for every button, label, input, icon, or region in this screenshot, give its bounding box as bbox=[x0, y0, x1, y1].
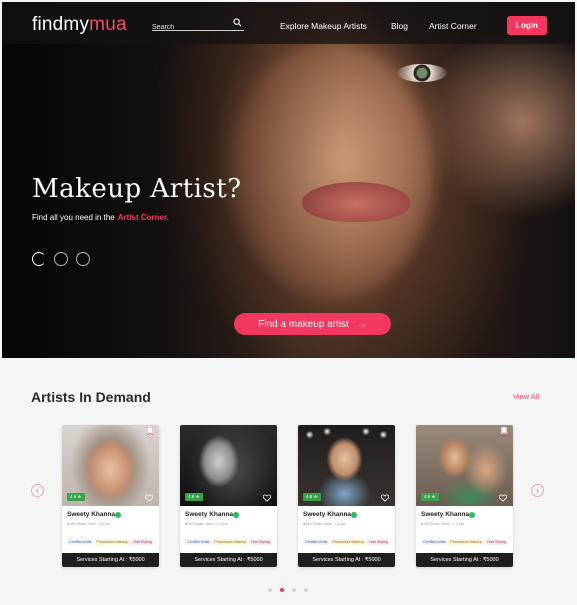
rating-badge: 4.6 ★ bbox=[303, 493, 321, 501]
tag: Photoshoot Makeup bbox=[212, 539, 249, 545]
price-bar: Services Starting At : ₹5000 bbox=[416, 553, 513, 567]
verified-icon bbox=[233, 512, 239, 518]
hero-subtitle: Find all you need in the Artist Corner. bbox=[32, 213, 169, 222]
artist-location: ● MG Road, Delhi · 1.2 km bbox=[185, 522, 228, 526]
location-text: MG Road, Delhi · 1.2 km bbox=[188, 522, 228, 526]
location-pin-icon: ● bbox=[67, 522, 70, 526]
logo-main: findmy bbox=[32, 14, 90, 35]
heart-icon[interactable] bbox=[145, 494, 153, 502]
tag: Photoshoot Makeup bbox=[330, 539, 367, 545]
find-artist-label: Find a makeup artist bbox=[258, 318, 349, 330]
heart-icon[interactable] bbox=[263, 494, 271, 502]
price-bar: Services Starting At : ₹5000 bbox=[180, 553, 277, 567]
bookmark-icon[interactable] bbox=[501, 427, 507, 435]
artist-card[interactable]: 4.6 ★ Sweety Khanna ● MG Road, Delhi · 1… bbox=[180, 425, 277, 567]
search-input[interactable] bbox=[152, 20, 232, 35]
pager-dot-3[interactable] bbox=[292, 588, 296, 592]
artist-location: ● MG Road, Delhi · 1.2 km bbox=[303, 522, 346, 526]
tag: Photoshoot Makeup bbox=[448, 539, 485, 545]
artist-name: Sweety Khanna bbox=[67, 511, 116, 518]
artist-card[interactable]: 4.6 ★ Sweety Khanna ● MG Road, Delhi · 1… bbox=[416, 425, 513, 567]
heart-icon[interactable] bbox=[381, 494, 389, 502]
carousel-prev-button[interactable]: ‹ bbox=[31, 484, 44, 497]
tag: Photoshoot Makeup bbox=[94, 539, 131, 545]
location-pin-icon: ● bbox=[303, 522, 306, 526]
pager-dot-2[interactable] bbox=[280, 588, 284, 592]
slide-dot-3[interactable] bbox=[76, 252, 90, 266]
verified-icon bbox=[115, 512, 121, 518]
artist-name: Sweety Khanna bbox=[421, 511, 470, 518]
tag: Hair Styling bbox=[249, 539, 272, 545]
location-text: MG Road, Delhi · 1.2 km bbox=[306, 522, 346, 526]
slide-dot-2[interactable] bbox=[54, 252, 68, 266]
login-button[interactable]: Login bbox=[507, 16, 547, 35]
nav-explore-artists[interactable]: Explore Makeup Artists bbox=[280, 21, 367, 31]
location-text: MG Road, Delhi · 1.2 km bbox=[70, 522, 110, 526]
carousel-next-button[interactable]: › bbox=[531, 484, 544, 497]
brand-logo[interactable]: findmymua bbox=[32, 14, 127, 36]
artist-location: ● MG Road, Delhi · 1.2 km bbox=[421, 522, 464, 526]
heart-icon[interactable] bbox=[499, 494, 507, 502]
tag: Hair Styling bbox=[131, 539, 154, 545]
tag: Certified Artist bbox=[421, 539, 448, 545]
top-navbar: findmymua Explore Makeup Artists Blog Ar… bbox=[2, 2, 575, 44]
artist-corner-link[interactable]: Artist Corner. bbox=[118, 213, 169, 222]
logo-accent: mua bbox=[89, 14, 127, 35]
slide-dot-1[interactable] bbox=[32, 252, 46, 266]
tag: Hair Styling bbox=[485, 539, 508, 545]
hero-banner: findmymua Explore Makeup Artists Blog Ar… bbox=[2, 2, 575, 358]
tag: Certified Artist bbox=[67, 539, 94, 545]
search-box bbox=[152, 16, 244, 35]
tag: Hair Styling bbox=[367, 539, 390, 545]
bookmark-icon[interactable] bbox=[147, 427, 153, 435]
arrow-right-icon: → bbox=[356, 318, 367, 330]
verified-icon bbox=[351, 512, 357, 518]
rating-badge: 4.6 ★ bbox=[67, 493, 85, 501]
artist-name: Sweety Khanna bbox=[303, 511, 352, 518]
artist-card[interactable]: 4.6 ★ Sweety Khanna ● MG Road, Delhi · 1… bbox=[62, 425, 159, 567]
hero-title: Makeup Artist? bbox=[32, 174, 242, 204]
section-title: Artists In Demand bbox=[31, 389, 151, 405]
location-text: MG Road, Delhi · 1.2 km bbox=[424, 522, 464, 526]
find-artist-button[interactable]: Find a makeup artist → bbox=[234, 313, 391, 335]
nav-blog[interactable]: Blog bbox=[391, 21, 408, 31]
page: findmymua Explore Makeup Artists Blog Ar… bbox=[0, 0, 577, 605]
tag: Certified Artist bbox=[303, 539, 330, 545]
artist-location: ● MG Road, Delhi · 1.2 km bbox=[67, 522, 110, 526]
search-icon[interactable] bbox=[233, 18, 242, 27]
price-bar: Services Starting At : ₹5000 bbox=[62, 553, 159, 567]
verified-icon bbox=[469, 512, 475, 518]
location-pin-icon: ● bbox=[421, 522, 424, 526]
artist-name: Sweety Khanna bbox=[185, 511, 234, 518]
price-bar: Services Starting At : ₹5000 bbox=[298, 553, 395, 567]
artist-card[interactable]: 4.6 ★ Sweety Khanna ● MG Road, Delhi · 1… bbox=[298, 425, 395, 567]
rating-badge: 4.6 ★ bbox=[185, 493, 203, 501]
nav-artist-corner[interactable]: Artist Corner bbox=[429, 21, 477, 31]
location-pin-icon: ● bbox=[185, 522, 188, 526]
tag: Certified Artist bbox=[185, 539, 212, 545]
pager-dot-1[interactable] bbox=[268, 588, 272, 592]
rating-badge: 4.6 ★ bbox=[421, 493, 439, 501]
pager-dot-4[interactable] bbox=[304, 588, 308, 592]
hero-subtitle-text: Find all you need in the bbox=[32, 213, 115, 222]
view-all-link[interactable]: View All bbox=[513, 392, 539, 401]
